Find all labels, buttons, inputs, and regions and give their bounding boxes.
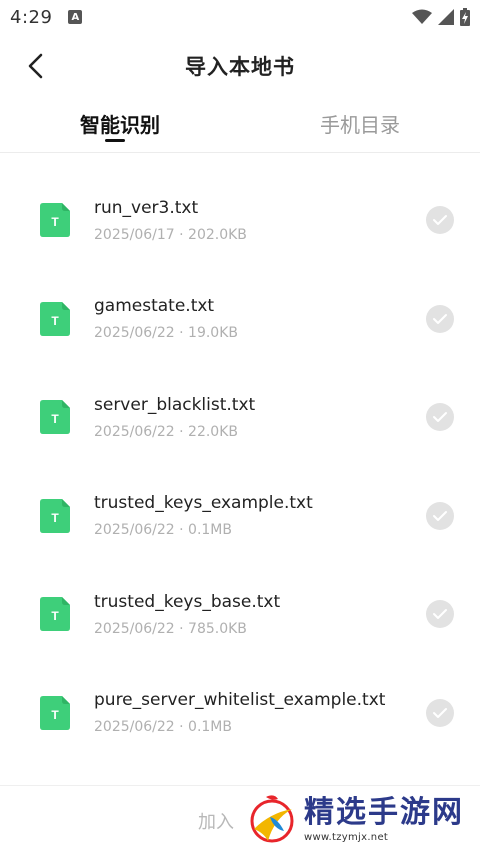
select-checkbox[interactable] [426, 403, 454, 432]
status-bar: 4:29 A [0, 0, 480, 34]
txt-file-icon: T [40, 400, 70, 435]
file-meta: 2025/06/22 · 0.1MB [94, 522, 232, 539]
back-button[interactable] [18, 48, 54, 84]
list-item[interactable]: T trusted_keys_example.txt 2025/06/22 · … [0, 467, 480, 566]
chevron-left-icon [28, 53, 43, 79]
checkmark-icon [433, 609, 447, 620]
file-meta: 2025/06/22 · 0.1MB [94, 719, 232, 736]
file-name: server_blacklist.txt [94, 394, 256, 415]
active-tab-indicator [105, 139, 125, 142]
file-list: T run_ver3.txt 2025/06/17 · 202.0KB T ga… [0, 171, 480, 762]
txt-file-icon: T [40, 597, 70, 632]
tab-label: 智能识别 [80, 112, 160, 137]
file-name: pure_server_whitelist_example.txt [94, 690, 386, 711]
watermark-logo-icon [250, 795, 294, 843]
watermark: 精选手游网 www.tzymjx.net [244, 786, 480, 852]
select-checkbox[interactable] [426, 304, 454, 333]
list-item[interactable]: T run_ver3.txt 2025/06/17 · 202.0KB [0, 171, 480, 270]
file-meta: 2025/06/22 · 19.0KB [94, 325, 238, 342]
file-name: trusted_keys_base.txt [94, 591, 281, 612]
svg-text:T: T [51, 412, 59, 426]
list-item[interactable]: T server_blacklist.txt 2025/06/22 · 22.0… [0, 368, 480, 467]
tab-bar: 智能识别 手机目录 [0, 94, 480, 152]
app-header: 导入本地书 [0, 38, 480, 94]
svg-text:T: T [51, 314, 59, 328]
list-item[interactable]: T gamestate.txt 2025/06/22 · 19.0KB [0, 270, 480, 369]
file-meta: 2025/06/22 · 22.0KB [94, 423, 238, 440]
checkmark-icon [433, 313, 447, 324]
notification-badge-icon: A [68, 10, 83, 24]
list-item[interactable]: T trusted_keys_base.txt 2025/06/22 · 785… [0, 565, 480, 664]
file-name: run_ver3.txt [94, 197, 199, 218]
txt-file-icon: T [40, 498, 70, 533]
tab-label: 手机目录 [320, 112, 400, 137]
wifi-icon [412, 9, 432, 24]
divider [0, 152, 480, 153]
select-checkbox[interactable] [426, 206, 454, 235]
txt-file-icon: T [40, 203, 70, 238]
file-name: gamestate.txt [94, 296, 215, 317]
tab-smart-detect[interactable]: 智能识别 [0, 94, 240, 152]
file-meta: 2025/06/22 · 785.0KB [94, 620, 247, 637]
checkmark-icon [433, 707, 447, 718]
list-item[interactable]: T pure_server_whitelist_example.txt 2025… [0, 664, 480, 763]
page-title: 导入本地书 [185, 55, 295, 79]
svg-text:T: T [51, 215, 59, 229]
add-to-shelf-button[interactable]: 加入 [198, 808, 234, 834]
svg-text:T: T [51, 708, 59, 722]
checkmark-icon [433, 412, 447, 423]
file-meta: 2025/06/17 · 202.0KB [94, 226, 247, 243]
status-time: 4:29 [10, 6, 53, 28]
checkmark-icon [433, 510, 447, 521]
checkmark-icon [433, 215, 447, 226]
watermark-title: 精选手游网 [304, 794, 464, 830]
svg-text:T: T [51, 609, 59, 623]
select-checkbox[interactable] [426, 698, 454, 727]
svg-text:T: T [51, 511, 59, 525]
signal-icon [438, 9, 454, 25]
tab-phone-directory[interactable]: 手机目录 [240, 94, 480, 152]
watermark-url: www.tzymjx.net [304, 831, 389, 843]
txt-file-icon: T [40, 301, 70, 336]
select-checkbox[interactable] [426, 501, 454, 530]
select-checkbox[interactable] [426, 600, 454, 629]
txt-file-icon: T [40, 695, 70, 730]
battery-icon [460, 8, 470, 26]
file-name: trusted_keys_example.txt [94, 493, 313, 514]
